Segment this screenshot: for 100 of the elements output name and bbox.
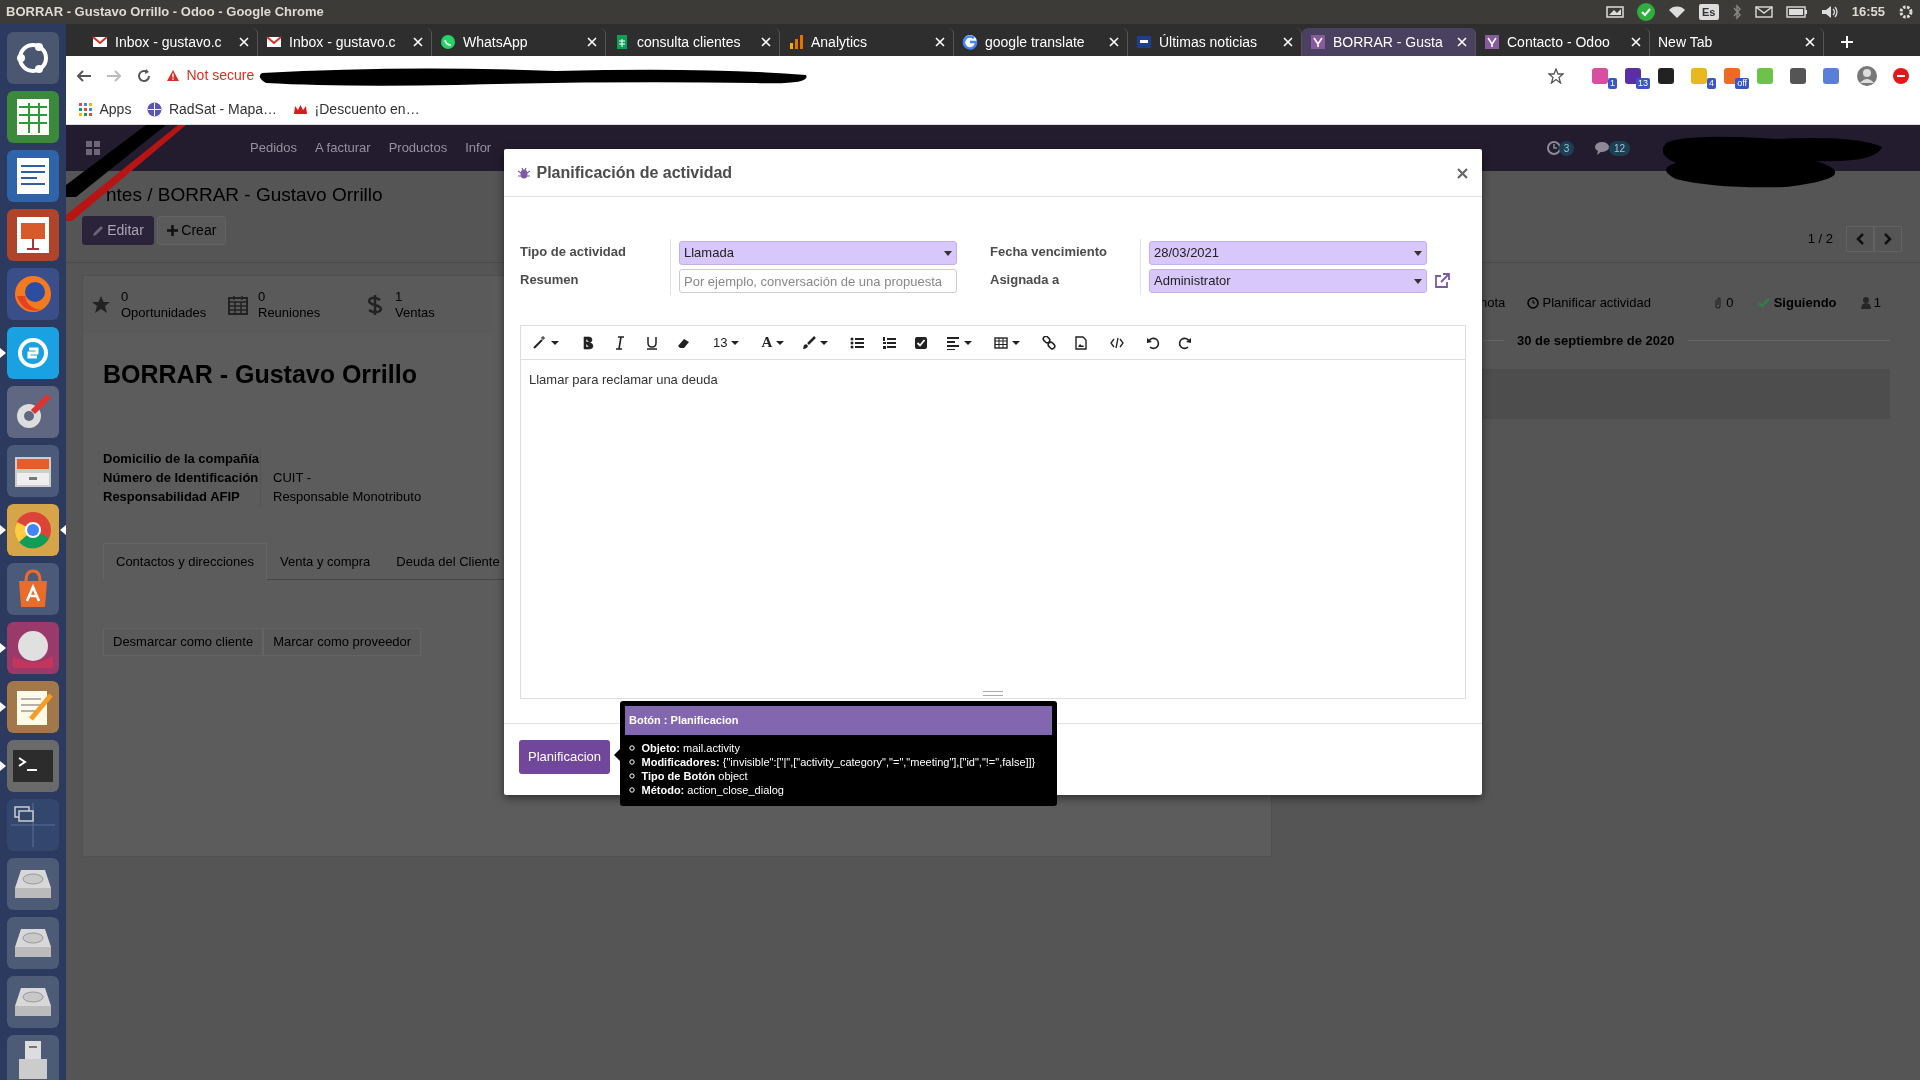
app-icon[interactable] bbox=[7, 563, 59, 615]
tooltip-title: Botón : Planificacion bbox=[625, 706, 1052, 735]
new-tab-icon[interactable] bbox=[1840, 35, 1854, 49]
close-icon[interactable] bbox=[587, 37, 597, 47]
menu-item[interactable]: Pedidos bbox=[250, 138, 297, 158]
app-icon[interactable] bbox=[7, 32, 59, 84]
extension-badge: 13 bbox=[1636, 77, 1650, 89]
reload-icon[interactable] bbox=[136, 67, 152, 84]
dollar-icon bbox=[365, 295, 385, 315]
plus-icon bbox=[167, 225, 179, 236]
mail-icon[interactable] bbox=[1754, 6, 1773, 18]
browser-tab[interactable]: BORRAR - Gusta bbox=[1302, 28, 1476, 56]
editor-text: Llamar para reclamar una deuda bbox=[528, 371, 719, 389]
extension-icon[interactable] bbox=[1789, 67, 1807, 86]
app-icon[interactable] bbox=[7, 327, 59, 379]
keyboard-indicator[interactable]: Es bbox=[1698, 3, 1719, 21]
app-icon[interactable] bbox=[7, 799, 59, 851]
bluetooth-icon[interactable] bbox=[1731, 4, 1742, 20]
apps-grid-icon bbox=[78, 102, 93, 117]
security-warning[interactable]: Not secure bbox=[186, 65, 255, 86]
check-icon[interactable] bbox=[1636, 3, 1655, 21]
close-icon[interactable] bbox=[239, 37, 249, 47]
battery-icon[interactable] bbox=[1785, 6, 1808, 18]
app-icon[interactable] bbox=[7, 445, 59, 497]
app-icon[interactable] bbox=[7, 268, 59, 320]
close-icon[interactable] bbox=[761, 37, 771, 47]
menu-item[interactable]: A facturar bbox=[315, 138, 371, 158]
bookmark[interactable]: ¡Descuento en… bbox=[293, 99, 420, 120]
person-icon bbox=[1860, 297, 1871, 309]
close-icon bbox=[1457, 167, 1468, 179]
text-field[interactable]: Por ejemplo, conversación de una propuesta bbox=[679, 269, 957, 293]
drive-icon[interactable] bbox=[7, 917, 59, 969]
close-icon[interactable] bbox=[1109, 37, 1119, 47]
previous-button[interactable] bbox=[1846, 226, 1874, 252]
toolbar-button[interactable]: 13 bbox=[709, 330, 744, 355]
toolbar-button[interactable]: A bbox=[757, 330, 789, 355]
menu-item[interactable]: Infor bbox=[465, 138, 492, 158]
chat-icon[interactable] bbox=[1593, 140, 1612, 156]
star-icon[interactable] bbox=[1548, 67, 1564, 84]
link-icon bbox=[1042, 335, 1057, 350]
select-field[interactable]: Llamada bbox=[679, 241, 957, 265]
site-icon bbox=[147, 102, 163, 117]
chevron-right-icon bbox=[1884, 233, 1892, 245]
close-icon[interactable] bbox=[413, 37, 423, 47]
count-badge: 3 bbox=[1558, 140, 1575, 156]
app-icon[interactable] bbox=[7, 681, 59, 733]
pager-label: 1 / 2 bbox=[1807, 230, 1833, 249]
usb-drive-icon[interactable] bbox=[7, 1035, 59, 1080]
drive-icon[interactable] bbox=[7, 858, 59, 910]
site-icon bbox=[1484, 34, 1500, 50]
dialog-title: Planificación de actividad bbox=[536, 162, 733, 183]
bold-icon bbox=[581, 335, 595, 350]
primary-button[interactable]: Planificacion bbox=[519, 740, 610, 774]
window-title: BORRAR - Gustavo Orrillo - Odoo - Google Chrome bbox=[6, 3, 324, 22]
app-icon[interactable] bbox=[7, 91, 59, 143]
settings-icon[interactable] bbox=[1898, 4, 1914, 20]
field-value: CUIT - bbox=[272, 468, 312, 487]
extension-icon[interactable] bbox=[1657, 67, 1675, 86]
action-button[interactable]: Editar bbox=[82, 216, 154, 245]
extension-badge: off bbox=[1735, 77, 1749, 89]
app-icon[interactable] bbox=[7, 386, 59, 438]
app-icon[interactable] bbox=[7, 504, 59, 556]
wifi-icon[interactable] bbox=[1667, 5, 1686, 19]
app-icon[interactable] bbox=[7, 622, 59, 674]
italic-icon bbox=[613, 335, 627, 350]
close-icon[interactable] bbox=[1283, 37, 1293, 47]
menu-item[interactable]: Productos bbox=[388, 138, 448, 158]
stop-icon[interactable] bbox=[1892, 66, 1910, 85]
apps-menu-icon[interactable] bbox=[86, 141, 100, 155]
site-icon bbox=[788, 34, 804, 50]
select-field[interactable]: 28/03/2021 bbox=[1149, 241, 1427, 265]
next-button[interactable] bbox=[1874, 226, 1902, 252]
profile-icon[interactable] bbox=[1856, 64, 1878, 87]
field-label: Domicilio de la compañía bbox=[103, 448, 261, 468]
screen-icon[interactable] bbox=[1605, 6, 1624, 18]
volume-icon[interactable] bbox=[1820, 5, 1839, 19]
align-icon bbox=[946, 335, 961, 350]
external-link-icon[interactable] bbox=[1433, 273, 1450, 289]
select-field[interactable]: Administrator bbox=[1149, 269, 1427, 293]
resize-handle[interactable] bbox=[983, 691, 1003, 696]
bug-icon[interactable] bbox=[518, 166, 530, 179]
clock-icon[interactable] bbox=[1545, 140, 1562, 156]
site-icon bbox=[440, 34, 456, 50]
bookmark[interactable]: Apps bbox=[78, 99, 132, 120]
pencil-icon bbox=[92, 224, 104, 237]
site-icon bbox=[1310, 34, 1326, 50]
app-icon[interactable] bbox=[7, 150, 59, 202]
extension-badge: 4 bbox=[1707, 77, 1716, 89]
app-icon[interactable] bbox=[7, 209, 59, 261]
drive-icon[interactable] bbox=[7, 976, 59, 1028]
close-icon[interactable] bbox=[935, 37, 945, 47]
clock[interactable]: 16:55 bbox=[1851, 2, 1885, 22]
close-icon[interactable] bbox=[1457, 37, 1467, 47]
close-icon[interactable] bbox=[1631, 37, 1641, 47]
tooltip-item: Objeto: mail.activity bbox=[641, 740, 740, 755]
close-icon[interactable] bbox=[1805, 37, 1815, 47]
bookmark[interactable]: RadSat - Mapa… bbox=[147, 99, 278, 120]
site-icon bbox=[293, 102, 309, 117]
back-icon[interactable] bbox=[76, 68, 92, 83]
site-icon bbox=[266, 34, 282, 50]
